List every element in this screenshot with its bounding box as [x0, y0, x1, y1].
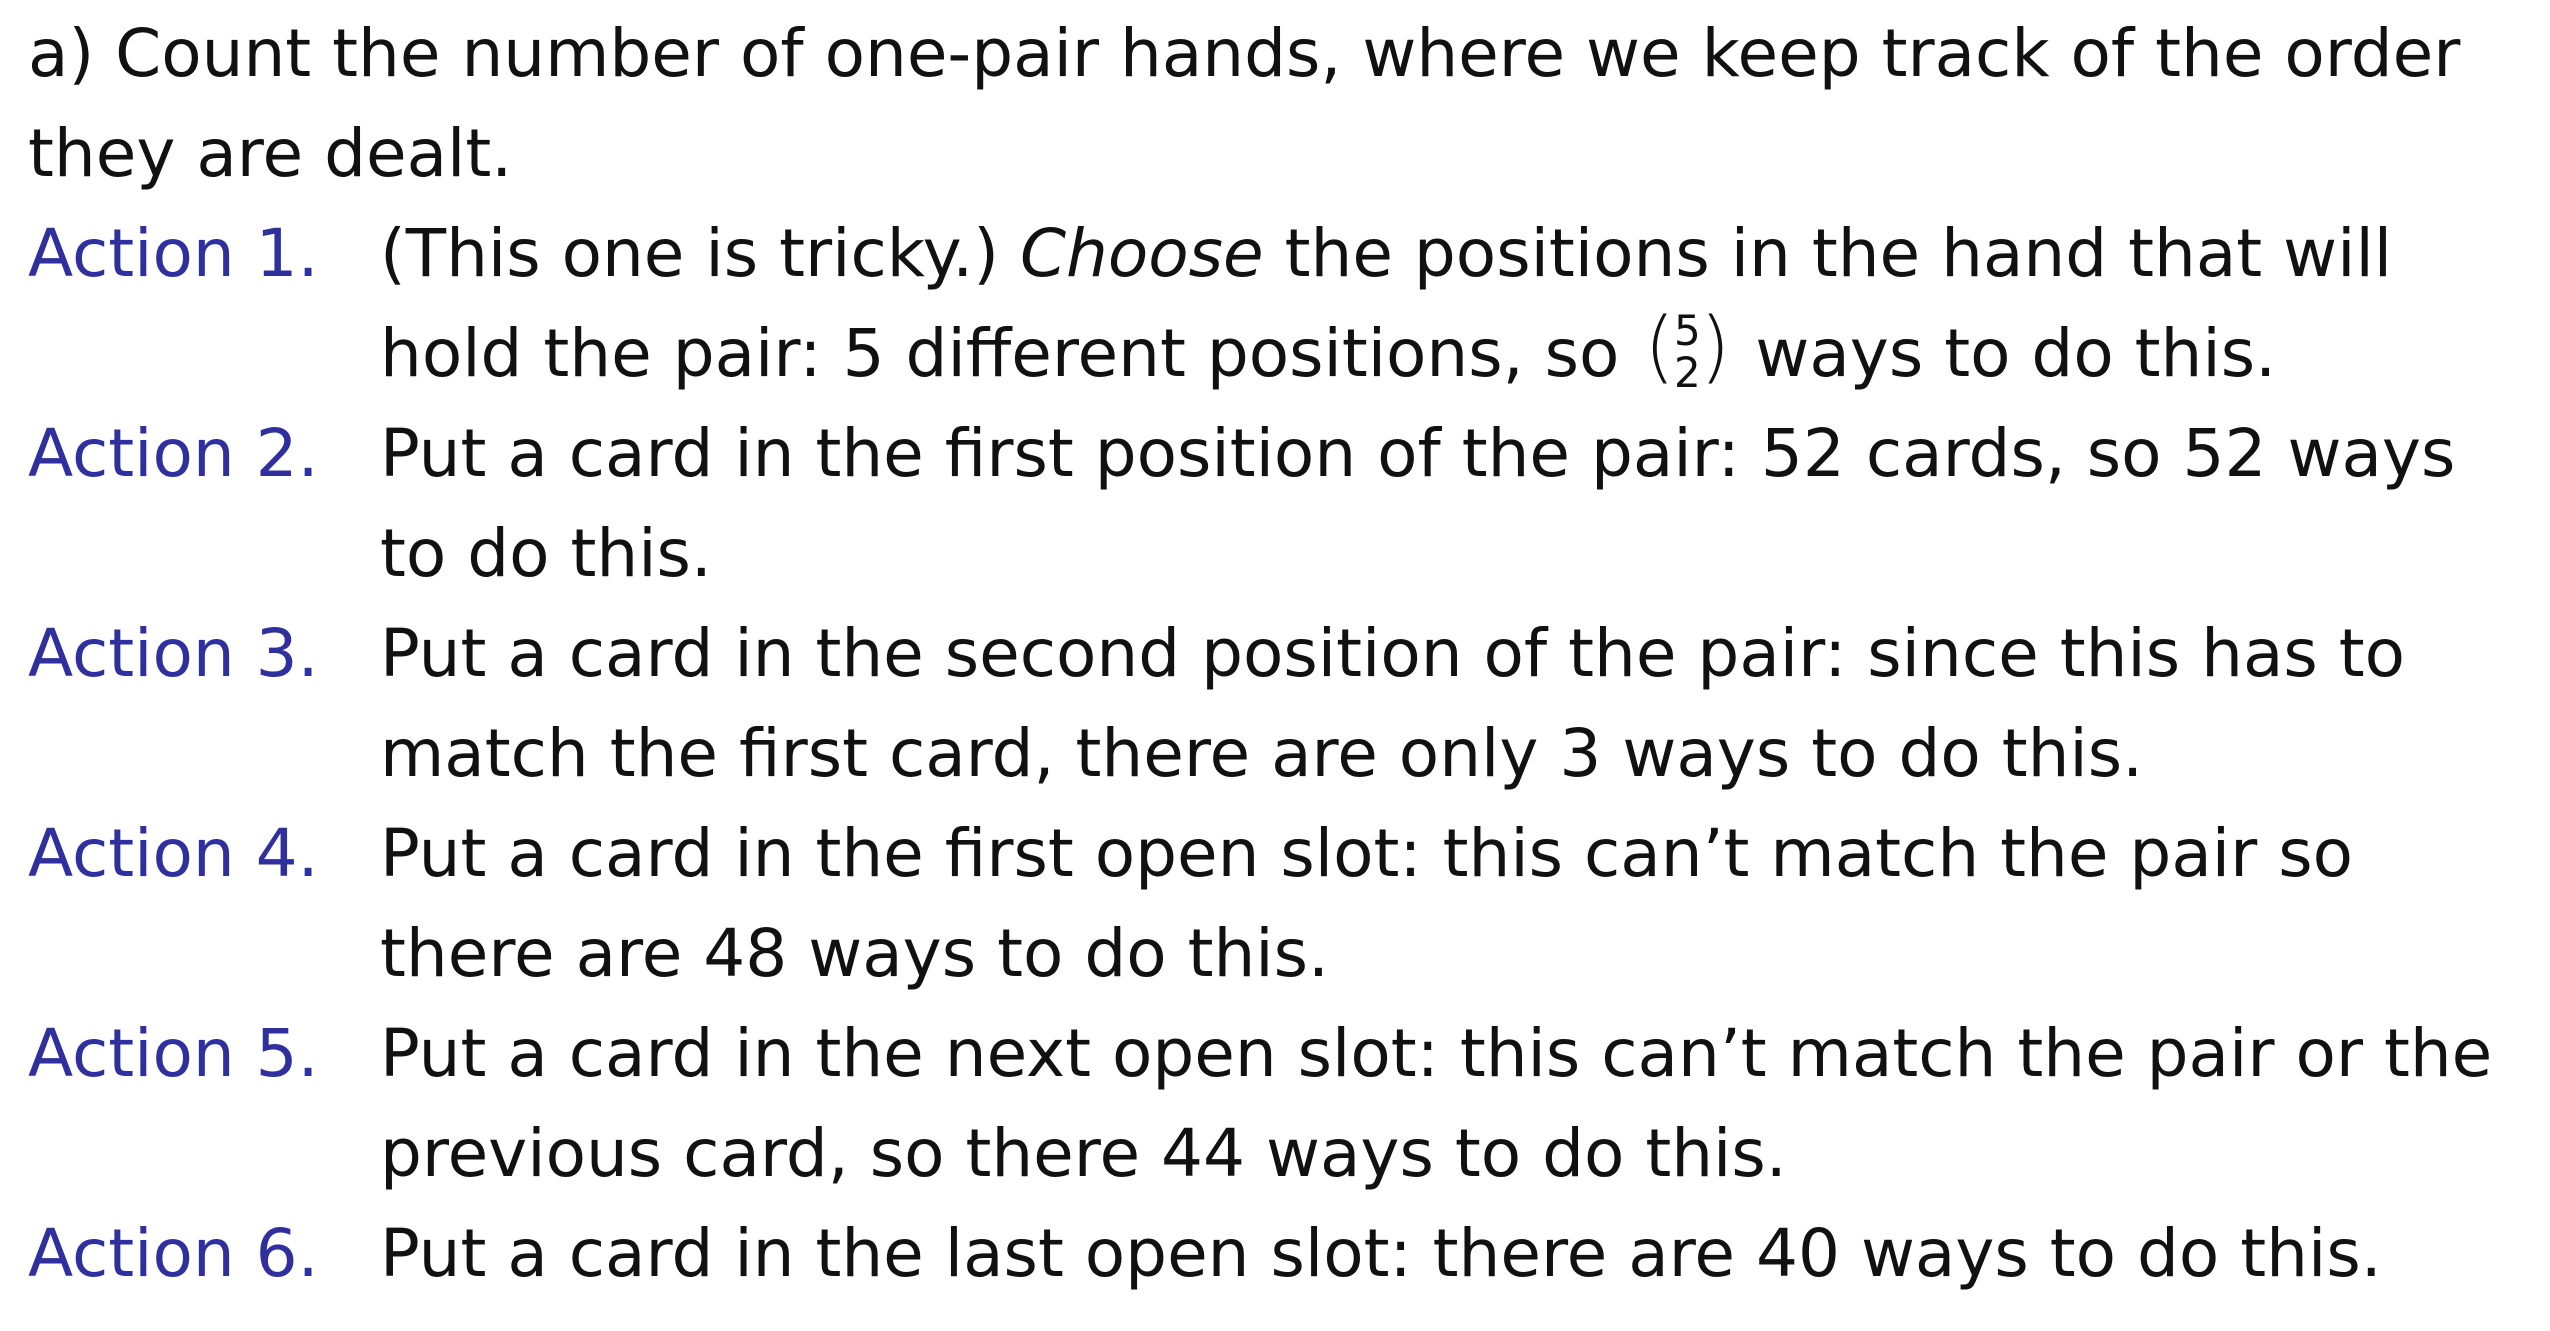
problem-statement: a) Count the number of one-pair hands, w…: [28, 15, 2461, 192]
action-item: Action 2. Put a card in the first positi…: [28, 404, 2528, 604]
action-description: (This one is tricky.) Choose the positio…: [380, 204, 2528, 404]
action-label: Action 6.: [28, 1215, 319, 1292]
action-item: Action 5. Put a card in the next open sl…: [28, 1004, 2528, 1204]
action-label: Action 1.: [28, 215, 319, 292]
action-description: Put a card in the last open slot: there …: [380, 1215, 2382, 1292]
action-label: Action 3.: [28, 615, 319, 692]
action-text-pre: (This one is tricky.): [380, 215, 1020, 292]
action-text-tail: ways to do this.: [1755, 315, 2277, 392]
binomial-coefficient: (5 2): [1644, 302, 1730, 394]
right-paren: ): [1699, 301, 1731, 392]
action-description: Put a card in the first position of the …: [380, 415, 2456, 592]
action-label: Action 2.: [28, 415, 319, 492]
action-label: Action 4.: [28, 815, 319, 892]
action-description: Put a card in the next open slot: this c…: [380, 1015, 2493, 1192]
document: a) Count the number of one-pair hands, w…: [28, 4, 2528, 1304]
action-item: Action 3. Put a card in the second posit…: [28, 604, 2528, 804]
emphasized-word: Choose: [1019, 215, 1264, 292]
action-description: Put a card in the first open slot: this …: [380, 815, 2353, 992]
action-item: Action 4. Put a card in the first open s…: [28, 804, 2528, 1004]
action-description: Put a card in the second position of the…: [380, 615, 2406, 792]
action-item: Action 6. Put a card in the last open sl…: [28, 1204, 2528, 1304]
action-label: Action 5.: [28, 1015, 319, 1092]
action-item: Action 1. (This one is tricky.) Choose t…: [28, 204, 2528, 404]
